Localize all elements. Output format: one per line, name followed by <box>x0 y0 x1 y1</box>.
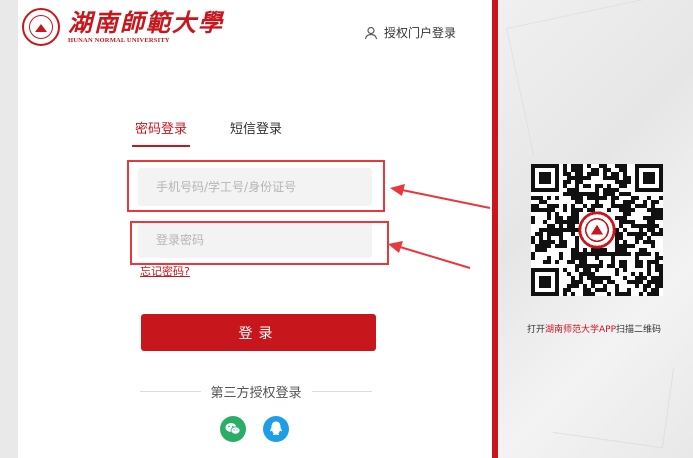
background-left <box>0 0 18 458</box>
login-tabs: 密码登录 短信登录 <box>132 118 322 147</box>
wechat-login-button[interactable] <box>220 416 246 442</box>
qr-caption: 打开湖南师范大学APP扫描二维码 <box>527 322 661 335</box>
university-logo: 湖南師範大學 HUNAN NORMAL UNIVERSITY <box>22 8 224 46</box>
qq-icon <box>270 421 282 435</box>
logo-chinese-name: 湖南師範大學 <box>68 8 224 37</box>
qr-caption-suffix: 扫描二维码 <box>616 325 662 335</box>
wechat-icon <box>225 423 241 435</box>
portal-login-label: 授权门户登录 <box>384 26 457 40</box>
divider-line-left <box>140 391 201 392</box>
user-icon <box>364 26 378 39</box>
forgot-password-link[interactable]: 忘记密码? <box>140 263 190 279</box>
portal-login-link[interactable]: 授权门户登录 <box>364 24 456 41</box>
tab-sms-login[interactable]: 短信登录 <box>230 118 282 147</box>
qr-caption-app-name: 湖南师范大学APP <box>545 325 617 335</box>
login-button[interactable]: 登录 <box>141 314 376 351</box>
tab-password-login[interactable]: 密码登录 <box>132 118 191 147</box>
qq-login-button[interactable] <box>263 416 289 442</box>
username-highlight-box <box>127 160 385 212</box>
qr-caption-prefix: 打开 <box>527 325 546 335</box>
logo-english-name: HUNAN NORMAL UNIVERSITY <box>68 37 170 44</box>
third-party-label: 第三方授权登录 <box>210 386 302 401</box>
university-seal-icon <box>22 8 60 46</box>
password-highlight-box <box>130 221 389 265</box>
third-party-divider: 第三方授权登录 <box>140 382 373 401</box>
divider-line-right <box>311 391 373 392</box>
qr-code <box>531 164 663 296</box>
